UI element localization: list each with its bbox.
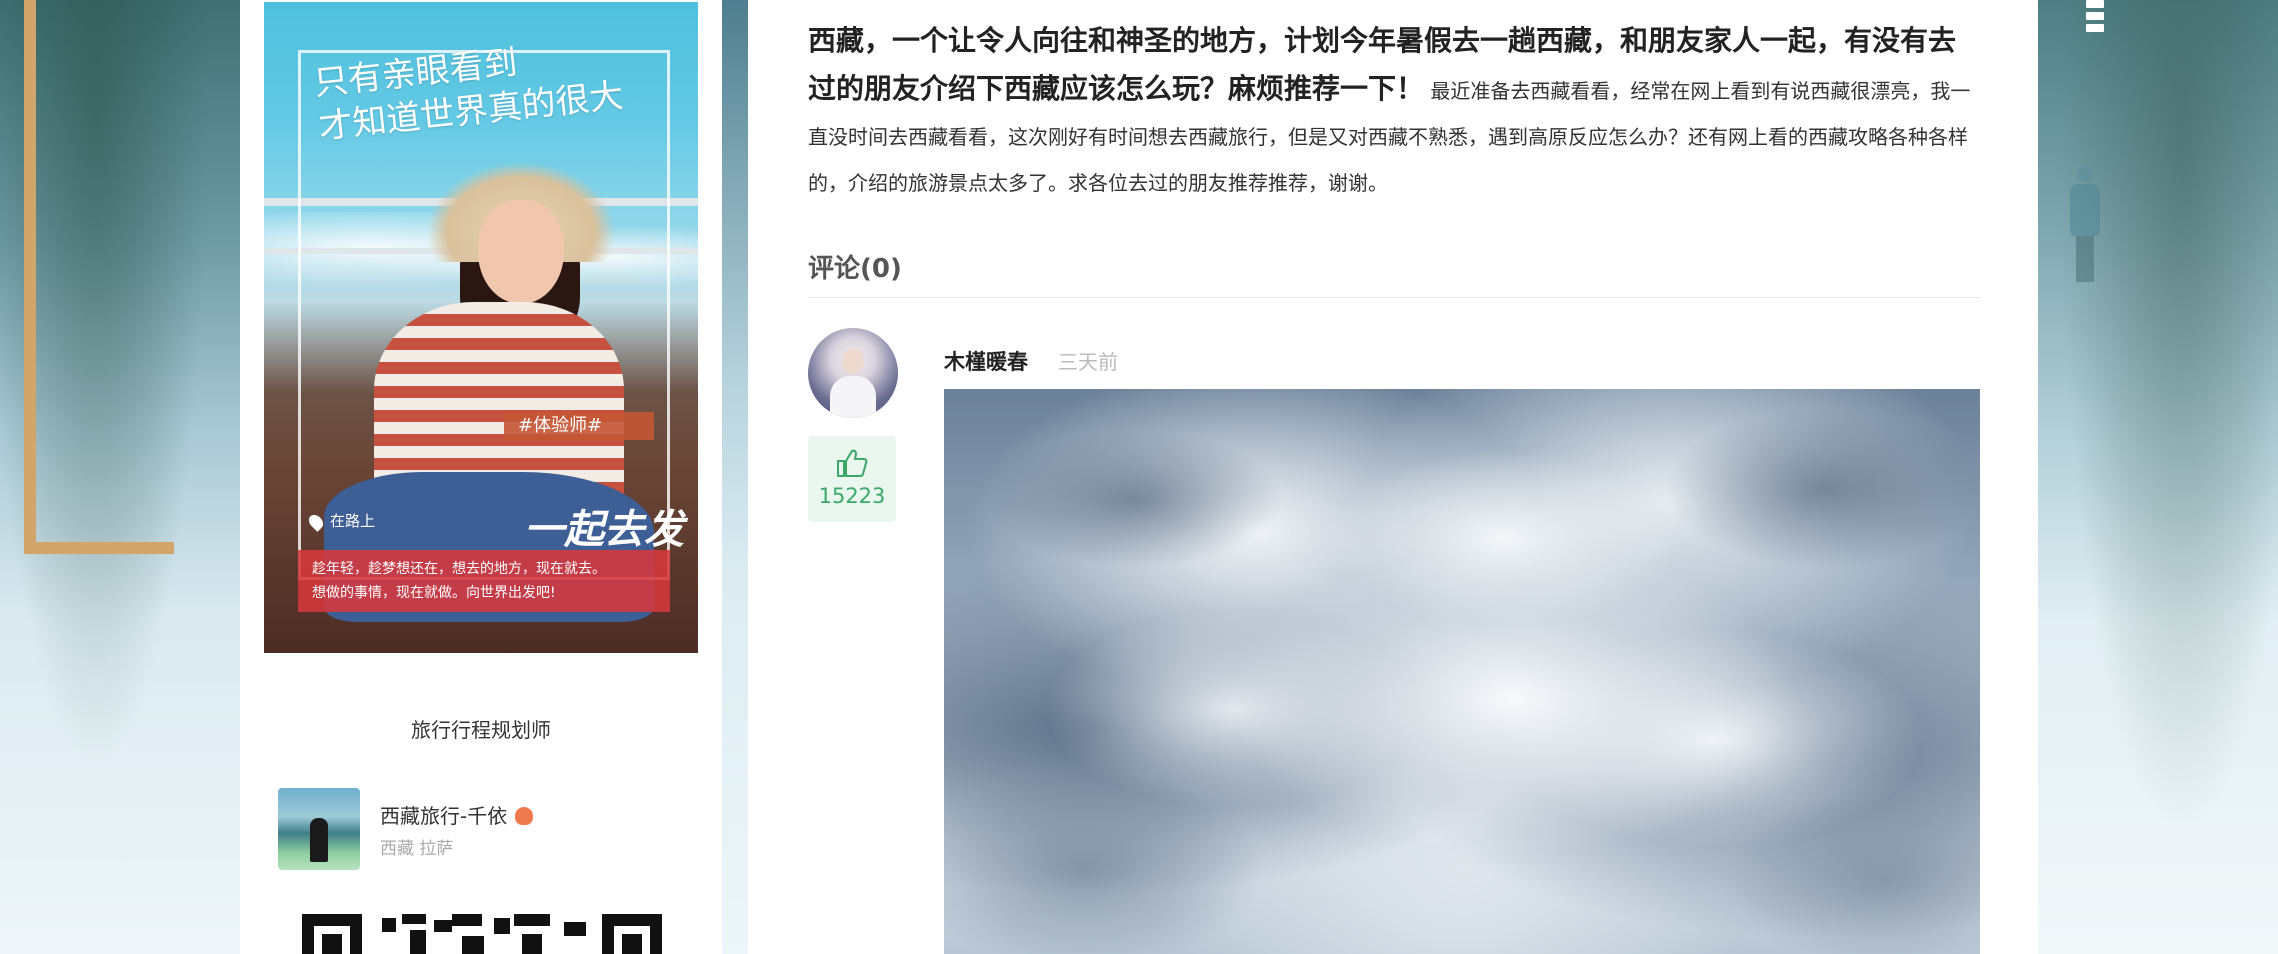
like-button[interactable]: 15223 [808,436,896,522]
comments-header: 评论(0) [808,254,902,284]
question-text: 西藏，一个让令人向往和神圣的地方，计划今年暑假去一趟西藏，和朋友家人一起，有没有… [808,18,1980,206]
background-right-scenery [2038,0,2278,954]
decorative-bracket [24,0,174,554]
main-content: 西藏，一个让令人向往和神圣的地方，计划今年暑假去一趟西藏，和朋友家人一起，有没有… [748,0,2038,954]
poster-slogan: 一起去发 [524,506,684,553]
planner-avatar[interactable] [278,788,360,870]
poster-location: 在路上 [306,510,375,532]
planner-section-title: 旅行行程规划师 [411,718,551,742]
thumbs-up-icon [837,449,868,477]
comment-photo[interactable] [944,389,1980,954]
qr-code [302,914,662,954]
menu-icon[interactable] [2086,0,2104,36]
user-badge-icon [515,807,534,825]
poster-caption: 趁年轻，趁梦想还在，想去的地方，现在就去。 想做的事情，现在就做。向世界出发吧! [298,550,670,612]
location-pin-icon [306,511,326,532]
planner-card[interactable]: 西藏旅行-千依 西藏 拉萨 [278,788,678,870]
planner-name[interactable]: 西藏旅行-千依 [380,800,534,829]
divider [808,297,1980,298]
promo-poster[interactable]: 只有亲眼看到 才知道世界真的很大 #体验师# 在路上 一起去发 趁年轻，趁梦想还… [264,2,698,653]
avatar[interactable] [808,328,898,418]
planner-location: 西藏 拉萨 [380,839,454,859]
sidebar: 只有亲眼看到 才知道世界真的很大 #体验师# 在路上 一起去发 趁年轻，趁梦想还… [240,0,722,954]
comment-timestamp: 三天前 [1058,350,1118,374]
comment-username[interactable]: 木槿暖春 [944,346,1028,376]
poster-banner: #体验师# [504,412,654,440]
like-count: 15223 [818,484,886,508]
background-hiker-figure [2062,166,2108,286]
